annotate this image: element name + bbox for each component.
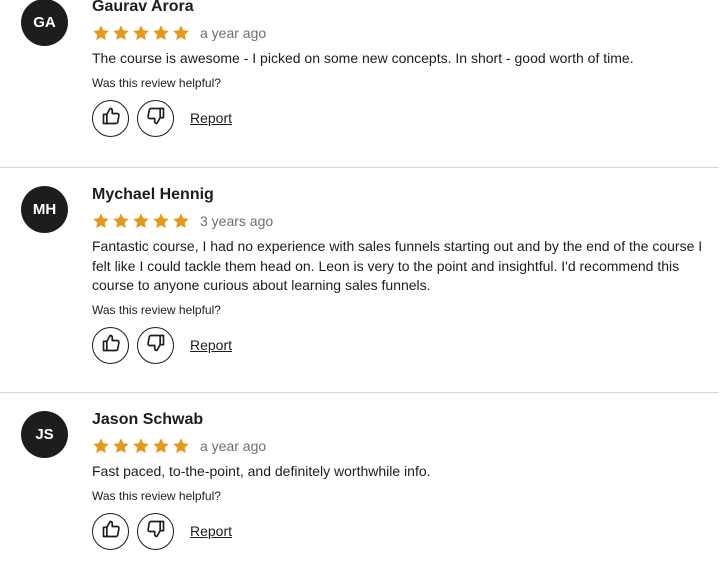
helpful-question: Was this review helpful? xyxy=(92,488,221,503)
thumbs-up-icon xyxy=(101,106,121,131)
thumbs-down-icon xyxy=(146,333,166,358)
star-icon xyxy=(132,437,150,455)
report-link[interactable]: Report xyxy=(190,523,232,539)
report-link[interactable]: Report xyxy=(190,110,232,126)
reviewer-name: Jason Schwab xyxy=(92,411,204,428)
star-icon xyxy=(172,212,190,230)
rating: a year ago xyxy=(92,436,723,456)
reviewer-name: Mychael Hennig xyxy=(92,186,214,203)
review-text: The course is awesome - I picked on some… xyxy=(92,50,634,66)
star-icon xyxy=(112,24,130,42)
divider xyxy=(0,392,719,393)
star-icon xyxy=(152,212,170,230)
star-rating xyxy=(92,437,190,455)
divider xyxy=(0,167,719,168)
star-rating xyxy=(92,212,190,230)
helpful-question: Was this review helpful? xyxy=(92,302,221,317)
star-icon xyxy=(172,437,190,455)
report-link[interactable]: Report xyxy=(190,337,232,353)
star-icon xyxy=(92,212,110,230)
like-button[interactable] xyxy=(92,326,129,364)
review-actions: Report xyxy=(92,326,723,364)
star-icon xyxy=(152,24,170,42)
thumbs-up-icon xyxy=(101,333,121,358)
review-time: a year ago xyxy=(200,438,267,454)
review-actions: Report xyxy=(92,512,723,550)
like-button[interactable] xyxy=(92,512,129,550)
thumbs-down-icon xyxy=(146,519,166,544)
reviewer-name: Gaurav Arora xyxy=(92,0,194,15)
avatar: GA xyxy=(21,0,68,46)
star-icon xyxy=(132,24,150,42)
star-icon xyxy=(92,437,110,455)
thumbs-down-icon xyxy=(146,106,166,131)
star-rating xyxy=(92,24,190,42)
review-text: Fast paced, to-the-point, and definitely… xyxy=(92,463,431,479)
review-time: a year ago xyxy=(200,25,267,41)
star-icon xyxy=(172,24,190,42)
star-icon xyxy=(132,212,150,230)
rating: 3 years ago xyxy=(92,211,723,231)
helpful-question: Was this review helpful? xyxy=(92,75,221,90)
star-icon xyxy=(152,437,170,455)
review-time: 3 years ago xyxy=(200,213,274,229)
star-icon xyxy=(112,437,130,455)
star-icon xyxy=(92,24,110,42)
avatar: MH xyxy=(21,186,68,233)
review-text: Fantastic course, I had no experience wi… xyxy=(92,238,703,293)
avatar: JS xyxy=(21,411,68,458)
rating: a year ago xyxy=(92,23,723,43)
dislike-button[interactable] xyxy=(137,99,174,137)
like-button[interactable] xyxy=(92,99,129,137)
dislike-button[interactable] xyxy=(137,512,174,550)
thumbs-up-icon xyxy=(101,519,121,544)
review-actions: Report xyxy=(92,99,723,137)
star-icon xyxy=(112,212,130,230)
dislike-button[interactable] xyxy=(137,326,174,364)
